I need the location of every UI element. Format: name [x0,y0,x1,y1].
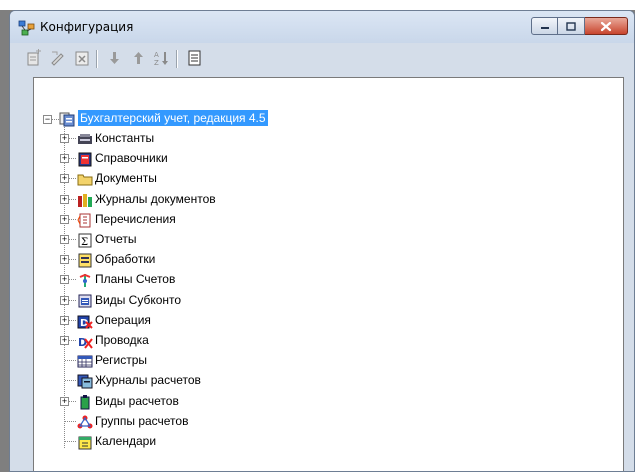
tree-expander[interactable]: + [60,134,69,143]
tree-expander[interactable]: + [60,255,69,265]
tree-item-label[interactable]: Виды Субконто [95,292,181,308]
new-object-icon [27,49,41,66]
tree-expander[interactable]: + [60,154,69,164]
processing-icon [77,252,93,268]
tree-item-label[interactable]: Отчеты [95,231,136,247]
delete-object-button[interactable] [72,48,92,68]
toolbar-separator [96,50,97,68]
tree-connector [69,279,77,281]
calculation-groups-icon [77,414,93,430]
tree-connector [69,400,77,402]
tree-connector [69,299,77,301]
edit-object-icon [51,51,64,66]
tree-root-label[interactable]: Бухгалтерский учет, редакция 4.5 [78,110,268,126]
maximize-icon [566,21,576,31]
sort-icon: A Z [154,51,168,67]
tree-connector [69,239,77,240]
calendars-icon [77,434,93,450]
tree-expander[interactable]: + [60,214,69,224]
tree-expander-root[interactable]: − [43,115,52,124]
tree-item-label[interactable]: Перечисления [95,211,176,227]
tree-item-label[interactable]: Операция [95,312,151,328]
tree-item-label[interactable]: Справочники [95,150,168,166]
properties-icon [188,50,201,66]
tree-connector [69,178,77,180]
close-button[interactable] [585,17,628,35]
tree-item-label[interactable]: Журналы документов [95,191,216,207]
tree-item-label[interactable]: Обработки [95,251,155,267]
maximize-button[interactable] [558,17,585,35]
sort-button[interactable]: A Z [152,48,172,68]
tree-item-label[interactable]: Регистры [95,352,147,368]
entry-icon: D [77,333,93,349]
window-title: Конфигурация [40,20,134,34]
tree-connector [65,380,77,382]
tree-connector [65,360,77,362]
tree-item-label[interactable]: Документы [95,170,157,186]
tree-connector [69,158,77,160]
close-icon [600,21,612,31]
tree-item-label[interactable]: Планы Счетов [95,271,175,287]
tree-connector [69,259,77,261]
tree-expander[interactable]: + [60,295,69,305]
subconto-types-icon [77,293,93,309]
tree-connector [69,319,77,321]
delete-object-icon [75,51,89,66]
configuration-window: Конфигурация A Z − Бухгалтерский учет, р… [9,10,635,472]
tree-connector [65,420,77,422]
tree-expander[interactable]: + [60,174,69,184]
tree-item-label[interactable]: Виды расчетов [95,393,179,409]
tree-connector [69,198,77,200]
configuration-icon [59,111,75,127]
tree-connector [69,218,77,220]
registers-icon [77,353,93,369]
tree-item-label[interactable]: Проводка [95,332,149,348]
properties-button[interactable] [184,48,204,68]
toolbar-separator [176,50,177,68]
calculation-types-icon [77,394,93,410]
operation-icon: D [77,313,93,329]
reports-icon: Σ [77,232,93,248]
enumerations-icon [77,212,93,228]
new-object-button[interactable] [24,48,44,68]
configuration-app-icon [18,20,36,36]
tree-connector [65,441,77,442]
edit-object-button[interactable] [48,48,68,68]
minimize-button[interactable] [531,17,558,35]
desktop-background [0,0,635,10]
minimize-icon [540,27,549,29]
move-down-icon [110,52,119,64]
tree-expander[interactable]: + [60,235,69,244]
svg-text:A: A [154,51,159,59]
tree-item-label[interactable]: Группы расчетов [95,413,188,429]
title-bar[interactable]: Конфигурация [10,11,634,43]
tree-expander[interactable]: + [60,336,69,345]
move-up-button[interactable] [128,48,148,68]
tree-item-label[interactable]: Журналы расчетов [95,372,201,388]
toolbar: A Z [24,45,624,71]
tree-connector [69,340,77,341]
documents-icon [77,171,93,187]
catalogs-icon [77,151,93,167]
tree-expander[interactable]: + [60,315,69,325]
tree-connector [69,138,77,139]
tree-item-label[interactable]: Константы [95,130,154,146]
svg-text:Σ: Σ [81,237,88,248]
svg-text:Z: Z [154,59,159,67]
tree-item-label[interactable]: Календари [95,433,156,449]
tree-expander[interactable]: + [60,275,69,285]
move-down-button[interactable] [104,48,124,68]
tree-expander[interactable]: + [60,396,69,406]
document-journals-icon [77,192,93,208]
configuration-tree[interactable]: − Бухгалтерский учет, редакция 4.5 + Конс… [33,77,624,471]
chart-of-accounts-icon [77,272,93,288]
move-up-icon [134,52,143,64]
window-controls [531,17,628,36]
calculation-journals-icon [77,373,93,389]
tree-expander[interactable]: + [60,194,69,204]
constants-icon [77,131,93,147]
